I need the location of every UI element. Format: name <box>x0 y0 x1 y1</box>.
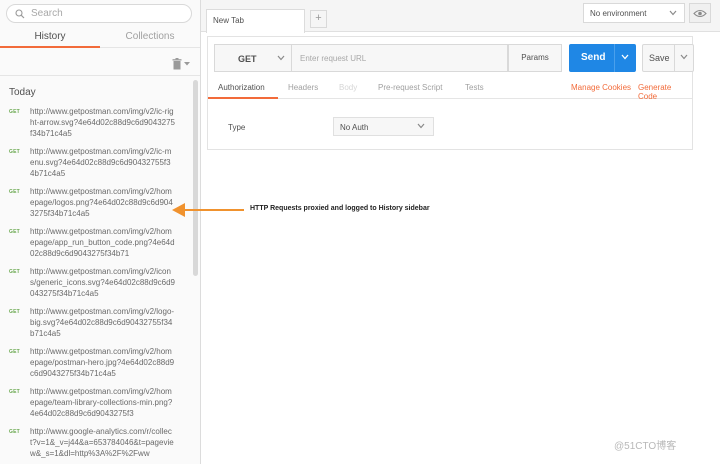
history-url: http://www.getpostman.com/img/v2/homepag… <box>30 387 173 418</box>
auth-type-label: Type <box>228 123 246 132</box>
history-url: http://www.getpostman.com/img/v2/homepag… <box>30 187 173 218</box>
tab-history[interactable]: History <box>0 28 100 48</box>
method-label: GET <box>238 54 257 64</box>
history-item[interactable]: GET http://www.getpostman.com/img/v2/ic-r… <box>0 104 194 144</box>
method-badge: GET <box>9 149 20 155</box>
save-button[interactable]: Save <box>642 44 694 72</box>
history-list: GET http://www.getpostman.com/img/v2/ic-r… <box>0 104 194 464</box>
active-tab-underline <box>208 97 278 99</box>
history-url: http://www.getpostman.com/img/v2/icons/g… <box>30 267 175 298</box>
environment-select[interactable]: No environment <box>583 3 685 23</box>
save-label: Save <box>649 53 670 63</box>
history-toolbar <box>0 50 200 76</box>
history-section-title: Today <box>9 87 36 98</box>
history-url: http://www.google-analytics.com/r/collec… <box>30 427 174 458</box>
caret-down-icon <box>184 62 190 66</box>
history-url: http://www.getpostman.com/img/v2/ic-righ… <box>30 107 176 138</box>
method-badge: GET <box>9 309 20 315</box>
history-item[interactable]: GET http://www.getpostman.com/img/v2/home… <box>0 224 194 264</box>
method-badge: GET <box>9 109 20 115</box>
sidebar: History Collections Today GET http://www.… <box>0 0 201 464</box>
chevron-down-icon <box>277 55 285 61</box>
request-builder: GET Params Send Save Authorization <box>207 36 694 150</box>
tab-body: Body <box>339 83 358 92</box>
environment-quicklook-button[interactable] <box>689 3 711 23</box>
tab-tests[interactable]: Tests <box>465 83 484 92</box>
history-item[interactable]: GET http://www.getpostman.com/img/v2/home… <box>0 384 194 424</box>
watermark: @51CTO博客 <box>614 441 677 452</box>
environment-label: No environment <box>590 9 647 18</box>
send-divider <box>614 44 615 72</box>
eye-icon <box>693 9 707 17</box>
request-subtabs: Authorization Headers Body Pre-request S… <box>208 79 692 101</box>
main-panel: New Tab + No environment GET Params <box>201 0 720 464</box>
history-url: http://www.getpostman.com/img/v2/ic-menu… <box>30 147 172 178</box>
chevron-down-icon <box>417 123 425 129</box>
trash-icon <box>172 58 182 70</box>
history-url: http://www.getpostman.com/img/v2/logo-bi… <box>30 307 175 338</box>
tab-headers[interactable]: Headers <box>288 83 318 92</box>
manage-cookies-link[interactable]: Manage Cookies <box>571 83 631 92</box>
method-badge: GET <box>9 229 20 235</box>
method-badge: GET <box>9 189 20 195</box>
postman-window: History Collections Today GET http://www.… <box>0 0 720 464</box>
search-icon <box>15 8 25 18</box>
auth-type-select[interactable]: No Auth <box>333 117 434 136</box>
search-box[interactable] <box>6 4 192 23</box>
annotation-arrow-icon <box>172 203 244 217</box>
request-tab[interactable]: New Tab <box>206 9 305 33</box>
send-button[interactable]: Send <box>569 44 636 72</box>
method-badge: GET <box>9 269 20 275</box>
save-divider <box>674 45 675 71</box>
history-url: http://www.getpostman.com/img/v2/homepag… <box>30 227 175 258</box>
history-item[interactable]: GET http://www.getpostman.com/img/v2/ic-m… <box>0 144 194 184</box>
url-row: GET Params Send Save <box>214 44 694 72</box>
history-item[interactable]: GET http://www.google-analytics.com/r/col… <box>0 424 194 464</box>
params-button[interactable]: Params <box>508 44 562 72</box>
tab-authorization[interactable]: Authorization <box>218 83 265 92</box>
method-select[interactable]: GET <box>214 44 292 72</box>
tab-bar: New Tab + No environment <box>201 0 720 33</box>
tab-pre-request-script[interactable]: Pre-request Script <box>378 83 442 92</box>
history-item[interactable]: GET http://www.getpostman.com/img/v2/icon… <box>0 264 194 304</box>
history-item[interactable]: GET http://www.getpostman.com/img/v2/logo… <box>0 304 194 344</box>
auth-type-value: No Auth <box>340 123 369 132</box>
chevron-down-icon[interactable] <box>680 54 688 60</box>
sidebar-tabs: History Collections <box>0 28 200 48</box>
method-badge: GET <box>9 429 20 435</box>
chevron-down-icon <box>669 10 677 16</box>
search-input[interactable] <box>31 8 181 19</box>
method-badge: GET <box>9 349 20 355</box>
annotation-text: HTTP Requests proxied and logged to Hist… <box>250 205 430 212</box>
clear-history-button[interactable] <box>172 58 190 70</box>
request-url-input[interactable] <box>292 44 508 72</box>
generate-code-link[interactable]: Generate Code <box>638 83 692 101</box>
history-item[interactable]: GET http://www.getpostman.com/img/v2/home… <box>0 344 194 384</box>
method-badge: GET <box>9 389 20 395</box>
send-label: Send <box>581 52 606 63</box>
history-item[interactable]: GET http://www.getpostman.com/img/v2/home… <box>0 184 194 224</box>
tab-collections[interactable]: Collections <box>100 28 200 48</box>
history-url: http://www.getpostman.com/img/v2/homepag… <box>30 347 175 378</box>
add-tab-button[interactable]: + <box>310 10 327 28</box>
sidebar-scrollbar[interactable] <box>193 80 198 276</box>
chevron-down-icon[interactable] <box>621 54 629 60</box>
